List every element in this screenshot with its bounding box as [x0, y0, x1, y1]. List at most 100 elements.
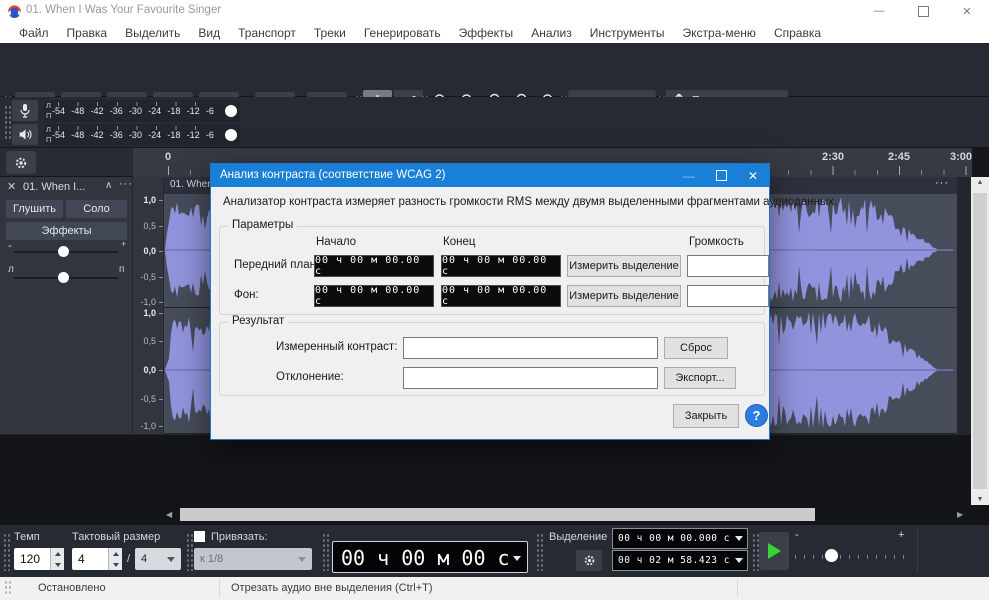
- background-end-field[interactable]: 00 ч 00 м 00.00 с: [441, 285, 561, 307]
- selection-toolbar-grip[interactable]: [536, 533, 543, 571]
- end-column-header: Конец: [443, 236, 475, 248]
- recording-meter[interactable]: ЛП -54-48-42-36-30-24-18-12-6: [44, 100, 240, 122]
- window-title: 01. When I Was Your Favourite Singer: [26, 4, 221, 16]
- menu-view[interactable]: Вид: [189, 26, 229, 40]
- meter-scale: -54-48-42-36-30-24-18-12-6: [52, 106, 214, 116]
- timeline-label-230: 2:30: [822, 151, 844, 163]
- scroll-right-icon[interactable]: ▶: [957, 510, 963, 519]
- time-signature-grip[interactable]: [3, 533, 10, 571]
- play-at-speed-grip[interactable]: [752, 533, 759, 571]
- timebar-corner: [0, 148, 133, 177]
- audio-position-display[interactable]: 00 ч 00 м 00 с: [332, 541, 528, 573]
- tempo-up-button[interactable]: [51, 548, 64, 559]
- minimize-button[interactable]: —: [857, 0, 901, 22]
- foreground-end-field[interactable]: 00 ч 00 м 00.00 с: [441, 255, 561, 277]
- track-control-panel: ✕ 01. When I... ∧ ··· Глушить Соло Эффек…: [0, 177, 133, 435]
- record-meter-button[interactable]: [12, 100, 38, 121]
- foreground-start-field[interactable]: 00 ч 00 м 00.00 с: [314, 255, 434, 277]
- meter-toolbar-grip[interactable]: [4, 105, 11, 141]
- title-bar: 01. When I Was Your Favourite Singer — ✕: [0, 0, 989, 22]
- audacity-window: 01. When I Was Your Favourite Singer — ✕…: [0, 0, 989, 600]
- chevron-down-icon: [167, 557, 175, 562]
- deviation-label: Отклонение:: [276, 371, 344, 383]
- measure-background-button[interactable]: Измерить выделение: [567, 285, 681, 307]
- menu-generate[interactable]: Генерировать: [355, 26, 450, 40]
- vertical-scale-ruler[interactable]: 1,0 0,5 0,0 -0,5 -1,0 1,0 0,5 0,0 -0,5 -…: [133, 177, 163, 435]
- speed-slider-track: [795, 555, 905, 559]
- timesig-up-button[interactable]: [109, 548, 122, 559]
- menu-effects[interactable]: Эффекты: [450, 26, 523, 40]
- timeline-label-300: 3:00: [950, 151, 972, 163]
- meter-ball: [225, 105, 237, 117]
- menu-analyze[interactable]: Анализ: [522, 26, 581, 40]
- dialog-maximize-button[interactable]: [705, 164, 737, 187]
- snap-checkbox[interactable]: [194, 531, 205, 542]
- mute-button[interactable]: Глушить: [6, 200, 63, 218]
- play-at-speed-button[interactable]: [759, 532, 789, 570]
- menu-file[interactable]: Файл: [10, 26, 58, 40]
- vertical-scrollbar[interactable]: ▲ ▼: [971, 177, 989, 505]
- menu-tools[interactable]: Инструменты: [581, 26, 674, 40]
- tempo-down-button[interactable]: [51, 559, 64, 570]
- snap-combo[interactable]: к 1/8: [194, 548, 312, 570]
- menu-transport[interactable]: Транспорт: [229, 26, 305, 40]
- timeline-options-button[interactable]: [6, 151, 36, 174]
- foreground-volume-field[interactable]: [687, 255, 769, 277]
- background-volume-field[interactable]: [687, 285, 769, 307]
- tempo-spinbox[interactable]: 120: [14, 548, 64, 570]
- tempo-value: 120: [20, 552, 40, 566]
- dialog-title-bar[interactable]: Анализ контраста (соответствие WCAG 2) —…: [211, 164, 769, 187]
- horizontal-scrollbar-thumb[interactable]: [180, 508, 815, 521]
- solo-button[interactable]: Соло: [66, 200, 127, 218]
- pan-slider[interactable]: [58, 272, 69, 283]
- close-button[interactable]: ✕: [945, 0, 989, 22]
- deviation-field[interactable]: [403, 367, 658, 389]
- menu-select[interactable]: Выделить: [116, 26, 189, 40]
- snap-grip[interactable]: [186, 533, 193, 571]
- track-name[interactable]: 01. When I...: [23, 181, 85, 193]
- close-track-icon[interactable]: ✕: [7, 180, 16, 193]
- selection-end-field[interactable]: 00 ч 02 м 58.423 с: [612, 550, 748, 571]
- audio-position-value: 00 ч 00 м 00 с: [341, 546, 510, 570]
- effects-button[interactable]: Эффекты: [6, 222, 127, 240]
- playback-meter[interactable]: ЛП -54-48-42-36-30-24-18-12-6: [44, 124, 240, 146]
- speed-plus-label: +: [898, 529, 904, 541]
- speed-slider[interactable]: [825, 549, 838, 562]
- clip-menu-icon[interactable]: ···: [935, 177, 949, 189]
- foreground-label: Передний план:: [234, 259, 319, 271]
- meter-ball: [225, 129, 237, 141]
- scroll-down-icon[interactable]: ▼: [971, 496, 989, 503]
- selection-start-field[interactable]: 00 ч 00 м 00.000 с: [612, 528, 748, 549]
- maximize-button[interactable]: [901, 0, 945, 22]
- time-toolbar-grip[interactable]: [322, 533, 329, 571]
- dialog-close-button[interactable]: ✕: [737, 164, 769, 187]
- measure-foreground-button[interactable]: Измерить выделение: [567, 255, 681, 277]
- scroll-up-icon[interactable]: ▲: [971, 179, 989, 186]
- menu-help[interactable]: Справка: [765, 26, 830, 40]
- reset-button[interactable]: Сброс: [664, 337, 728, 359]
- track-menu-icon[interactable]: ···: [119, 178, 133, 190]
- timesig-upper-value: 4: [78, 552, 85, 566]
- background-start-field[interactable]: 00 ч 00 м 00.00 с: [314, 285, 434, 307]
- timesig-upper-spinbox[interactable]: 4: [72, 548, 122, 570]
- dialog-description: Анализатор контраста измеряет разность г…: [223, 196, 837, 208]
- status-bar: Остановлено Отрезать аудио вне выделения…: [0, 577, 989, 600]
- export-button[interactable]: Экспорт...: [664, 367, 736, 389]
- horizontal-scrollbar[interactable]: ◀ ▶: [0, 505, 989, 524]
- measured-contrast-label: Измеренный контраст:: [276, 341, 397, 353]
- vertical-scrollbar-thumb[interactable]: [973, 193, 987, 489]
- selection-options-button[interactable]: [576, 550, 602, 571]
- help-button[interactable]: ?: [745, 404, 768, 427]
- collapse-track-icon[interactable]: ∧: [105, 180, 112, 191]
- menu-tracks[interactable]: Треки: [305, 26, 355, 40]
- scroll-left-icon[interactable]: ◀: [166, 510, 172, 519]
- gain-slider[interactable]: [58, 246, 69, 257]
- close-dialog-button[interactable]: Закрыть: [673, 404, 739, 428]
- measured-contrast-field[interactable]: [403, 337, 658, 359]
- timesig-lower-combo[interactable]: 4: [135, 548, 181, 570]
- status-hint: Отрезать аудио вне выделения (Ctrl+T): [231, 582, 433, 594]
- menu-extra[interactable]: Экстра-меню: [674, 26, 765, 40]
- menu-edit[interactable]: Правка: [58, 26, 117, 40]
- timesig-down-button[interactable]: [109, 559, 122, 570]
- playback-meter-button[interactable]: [12, 124, 38, 145]
